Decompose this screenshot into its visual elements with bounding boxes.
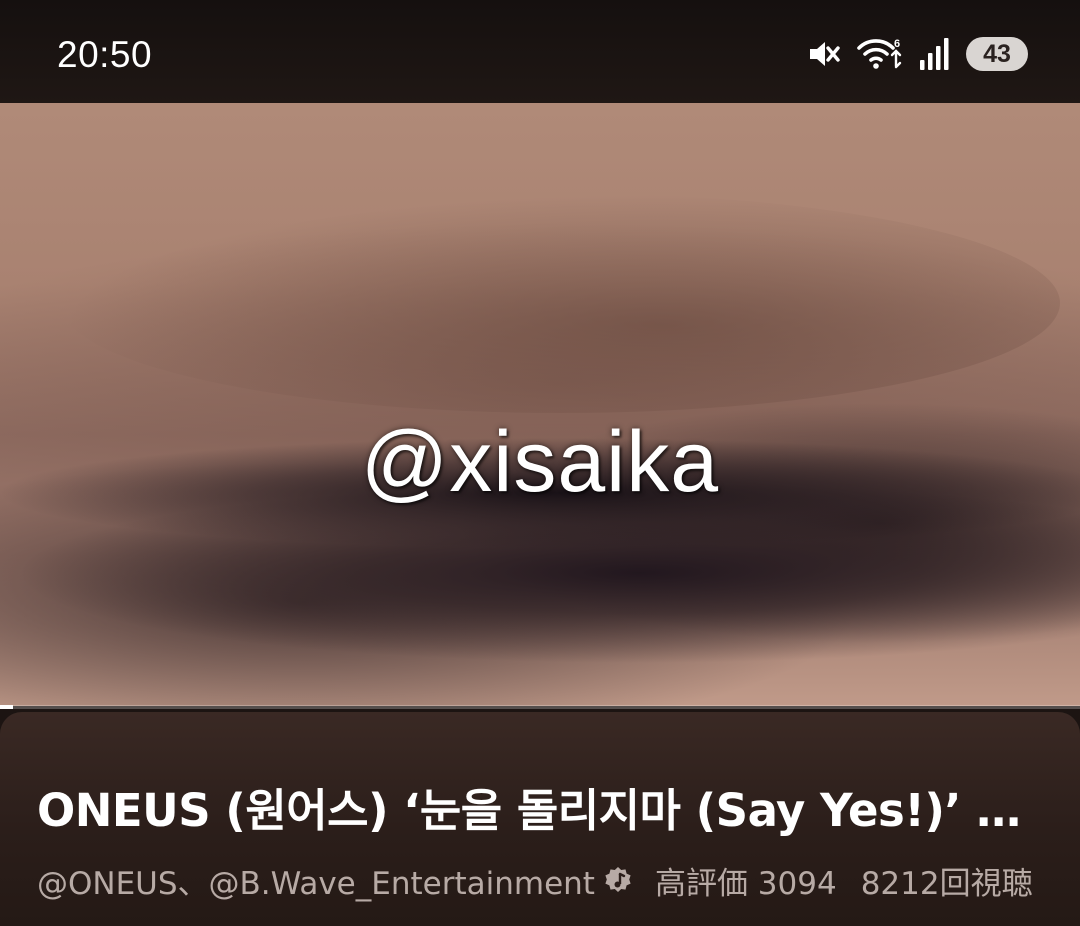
video-title[interactable]: ONEUS (원어스) ‘눈을 돌리지마 (Say Yes!)’ Officia… (37, 774, 1047, 839)
video-watermark: @xisaika (360, 414, 720, 510)
video-meta-row: @ONEUS、@B.Wave_Entertainment 高評価 3094 82… (37, 858, 1080, 903)
wifi-icon: 6 (856, 36, 904, 72)
status-icons: 6 43 (806, 36, 1028, 72)
signal-icon (918, 36, 952, 72)
video-frame-shading (60, 193, 1060, 413)
like-count: 高評価 3094 (654, 866, 837, 902)
status-time: 20:50 (57, 34, 153, 75)
battery-icon: 43 (966, 37, 1028, 71)
video-progress-bar[interactable] (0, 705, 1080, 709)
svg-text:6: 6 (894, 38, 900, 50)
status-bar: 20:50 6 43 (0, 0, 1080, 103)
view-count: 8212回視聴 (860, 866, 1033, 902)
video-progress-fill (0, 705, 13, 709)
mute-icon (806, 36, 842, 72)
music-note-badge-icon (603, 866, 633, 896)
video-info-panel[interactable]: ONEUS (원어스) ‘눈을 돌리지마 (Say Yes!)’ Officia… (0, 712, 1080, 926)
channel-names[interactable]: @ONEUS、@B.Wave_Entertainment (37, 858, 595, 903)
video-player[interactable]: @xisaika (0, 103, 1080, 706)
